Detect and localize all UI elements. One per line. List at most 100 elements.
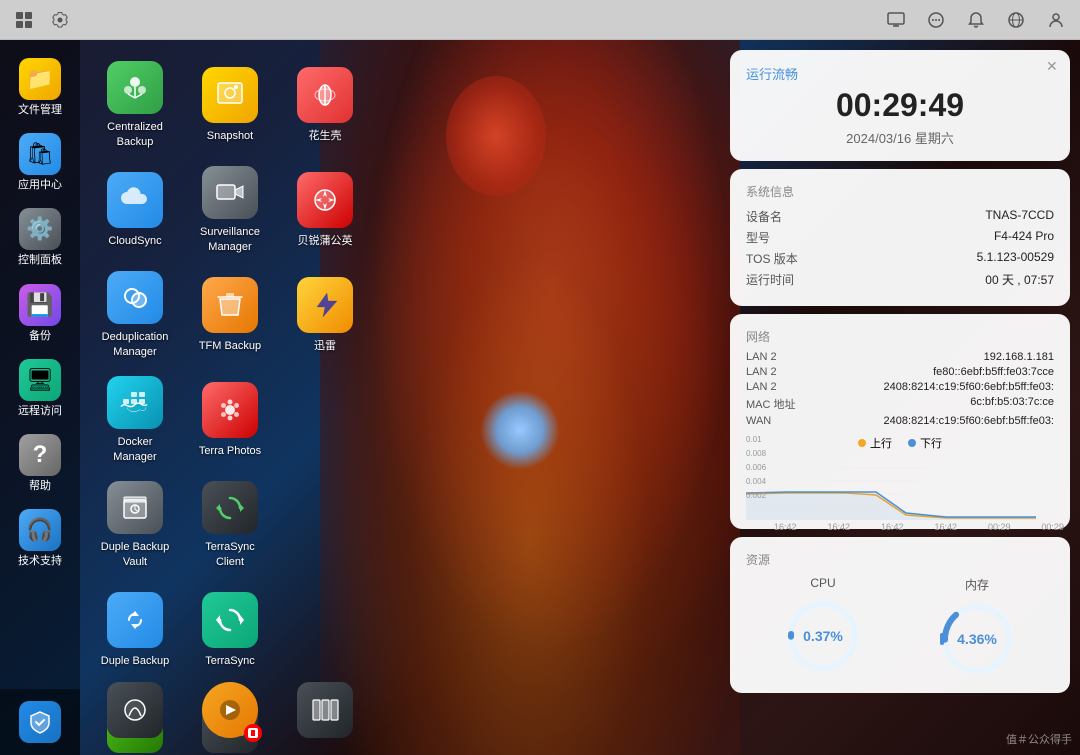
sysinfo-val-device: TNAS-7CCD bbox=[985, 208, 1054, 225]
app-empty-2 bbox=[280, 475, 370, 575]
chart-legend: 上行 下行 bbox=[746, 435, 1054, 451]
app-huashengke[interactable]: 花生壳 bbox=[280, 55, 370, 155]
app-icon-surveillance bbox=[202, 166, 258, 219]
app-icon-bottom-2 bbox=[202, 682, 258, 738]
globe-icon[interactable] bbox=[1002, 6, 1030, 34]
dock-icon-app-center: 🛍 bbox=[19, 133, 61, 175]
app-label-deduplication: DeduplicationManager bbox=[102, 330, 169, 359]
dock-item-control-panel[interactable]: ⚙️ 控制面板 bbox=[3, 200, 78, 275]
app-icon-tfm-backup bbox=[202, 277, 258, 333]
app-empty-1 bbox=[280, 370, 370, 470]
dock-label-control-panel: 控制面板 bbox=[18, 254, 62, 267]
app-icon-cloudsync bbox=[107, 172, 163, 228]
app-label-xunlei: 迅雷 bbox=[314, 339, 336, 353]
taskbar-left bbox=[10, 6, 74, 34]
net-val-3: 6c:bf:b5:03:7c:ce bbox=[970, 396, 1054, 412]
settings-icon[interactable] bbox=[46, 6, 74, 34]
app-label-beruipu: 贝锐蒲公英 bbox=[298, 234, 353, 248]
network-chart-svg bbox=[746, 455, 1036, 520]
sysinfo-row-model: 型号 F4-424 Pro bbox=[746, 229, 1054, 246]
app-bottom-2[interactable] bbox=[185, 670, 275, 750]
network-title: 网络 bbox=[746, 328, 1054, 345]
bell-icon[interactable] bbox=[962, 6, 990, 34]
app-docker-manager[interactable]: DockerManager bbox=[90, 370, 180, 470]
mem-label: 内存 bbox=[965, 576, 989, 593]
app-bottom-3[interactable] bbox=[280, 670, 370, 750]
cpu-label: CPU bbox=[810, 576, 835, 590]
app-beruipu[interactable]: 贝锐蒲公英 bbox=[280, 160, 370, 260]
widget-sysinfo: 系统信息 设备名 TNAS-7CCD 型号 F4-424 Pro TOS 版本 … bbox=[730, 169, 1070, 306]
sysinfo-val-uptime: 00 天 , 07:57 bbox=[985, 271, 1054, 288]
net-row-2: LAN 2 2408:8214:c19:5f60:6ebf:b5ff:fe03: bbox=[746, 381, 1054, 393]
dock-label-file-manager: 文件管理 bbox=[18, 104, 62, 117]
sysinfo-row-tos: TOS 版本 5.1.123-00529 bbox=[746, 250, 1054, 267]
app-xunlei[interactable]: 迅雷 bbox=[280, 265, 370, 365]
net-row-1: LAN 2 fe80::6ebf:b5ff:fe03:7cce bbox=[746, 366, 1054, 378]
widget-close-running[interactable]: ✕ bbox=[1046, 58, 1062, 74]
app-icon-huashengke bbox=[297, 67, 353, 123]
cpu-value: 0.37% bbox=[783, 596, 863, 676]
grid-icon[interactable] bbox=[10, 6, 38, 34]
legend-up-label: 上行 bbox=[870, 435, 892, 451]
dock-icon-help: ? bbox=[19, 434, 61, 476]
dock-item-shield[interactable] bbox=[3, 693, 78, 751]
taskbar-right bbox=[882, 6, 1070, 34]
dock-icon-backup: 💾 bbox=[19, 284, 61, 326]
app-surveillance[interactable]: SurveillanceManager bbox=[185, 160, 275, 260]
dock-bottom bbox=[0, 689, 80, 755]
chat-icon[interactable] bbox=[922, 6, 950, 34]
resource-row: CPU 0.37% 内存 bbox=[746, 576, 1054, 679]
taskbar bbox=[0, 0, 1080, 40]
monitor-icon[interactable] bbox=[882, 6, 910, 34]
app-bottom-1[interactable] bbox=[90, 670, 180, 750]
cpu-gauge: 0.37% bbox=[783, 596, 863, 676]
sysinfo-row-device: 设备名 TNAS-7CCD bbox=[746, 208, 1054, 225]
net-key-3: MAC 地址 bbox=[746, 396, 796, 412]
dock-item-help[interactable]: ? 帮助 bbox=[3, 426, 78, 501]
dock-item-remote[interactable]: 🖥 远程访问 bbox=[3, 351, 78, 426]
dock-item-app-center[interactable]: 🛍 应用中心 bbox=[3, 125, 78, 200]
resource-title: 资源 bbox=[746, 551, 1054, 568]
app-deduplication[interactable]: DeduplicationManager bbox=[90, 265, 180, 365]
dock: 📁 文件管理 🛍 应用中心 ⚙️ 控制面板 💾 备份 🖥 远程访问 ? 帮助 🎧… bbox=[0, 40, 80, 755]
dock-item-backup[interactable]: 💾 备份 bbox=[3, 276, 78, 351]
app-terrasync-client[interactable]: TerraSyncClient bbox=[185, 475, 275, 575]
dock-icon-control-panel: ⚙️ bbox=[19, 208, 61, 250]
app-terra-photos[interactable]: Terra Photos bbox=[185, 370, 275, 470]
net-key-0: LAN 2 bbox=[746, 351, 777, 363]
app-snapshot[interactable]: Snapshot bbox=[185, 55, 275, 155]
chart-y-labels: 0.01 0.008 0.006 0.004 0.002 bbox=[746, 435, 774, 500]
mem-resource: 内存 4.36% bbox=[937, 576, 1017, 679]
app-label-snapshot: Snapshot bbox=[207, 129, 253, 143]
net-val-0: 192.168.1.181 bbox=[984, 351, 1054, 363]
net-row-4: WAN 2408:8214:c19:5f60:6ebf:b5ff:fe03: bbox=[746, 415, 1054, 427]
net-row-0: LAN 2 192.168.1.181 bbox=[746, 351, 1054, 363]
sysinfo-key-uptime: 运行时间 bbox=[746, 271, 794, 288]
watermark: 值＃公众得手 bbox=[1006, 731, 1072, 747]
dock-icon-remote: 🖥 bbox=[19, 359, 61, 401]
network-chart: 上行 下行 0.01 0.008 0.006 0.004 0.002 bbox=[746, 435, 1054, 515]
sysinfo-key-model: 型号 bbox=[746, 229, 770, 246]
app-tfm-backup[interactable]: TFM Backup bbox=[185, 265, 275, 365]
app-label-surveillance: SurveillanceManager bbox=[200, 225, 260, 254]
app-icon-deduplication bbox=[107, 271, 163, 324]
dock-item-tech-support[interactable]: 🎧 技术支持 bbox=[3, 501, 78, 576]
cpu-resource: CPU 0.37% bbox=[783, 576, 863, 679]
sysinfo-title: 系统信息 bbox=[746, 183, 1054, 200]
app-centralized-backup[interactable]: CentralizedBackup bbox=[90, 55, 180, 155]
sysinfo-key-tos: TOS 版本 bbox=[746, 250, 798, 267]
running-date: 2024/03/16 星期六 bbox=[746, 128, 1054, 147]
app-icon-bottom-3 bbox=[297, 682, 353, 738]
sysinfo-key-device: 设备名 bbox=[746, 208, 782, 225]
app-label-terra-photos: Terra Photos bbox=[199, 444, 261, 458]
dock-item-file-manager[interactable]: 📁 文件管理 bbox=[3, 50, 78, 125]
app-duple-backup-vault[interactable]: Duple BackupVault bbox=[90, 475, 180, 575]
app-icon-terrasync bbox=[202, 592, 258, 648]
net-val-4: 2408:8214:c19:5f60:6ebf:b5ff:fe03: bbox=[884, 415, 1054, 427]
app-cloudsync[interactable]: CloudSync bbox=[90, 160, 180, 260]
user-icon[interactable] bbox=[1042, 6, 1070, 34]
dock-label-backup: 备份 bbox=[29, 330, 51, 343]
app-icon-terra-photos bbox=[202, 382, 258, 438]
legend-down: 下行 bbox=[908, 435, 942, 451]
net-val-2: 2408:8214:c19:5f60:6ebf:b5ff:fe03: bbox=[884, 381, 1054, 393]
